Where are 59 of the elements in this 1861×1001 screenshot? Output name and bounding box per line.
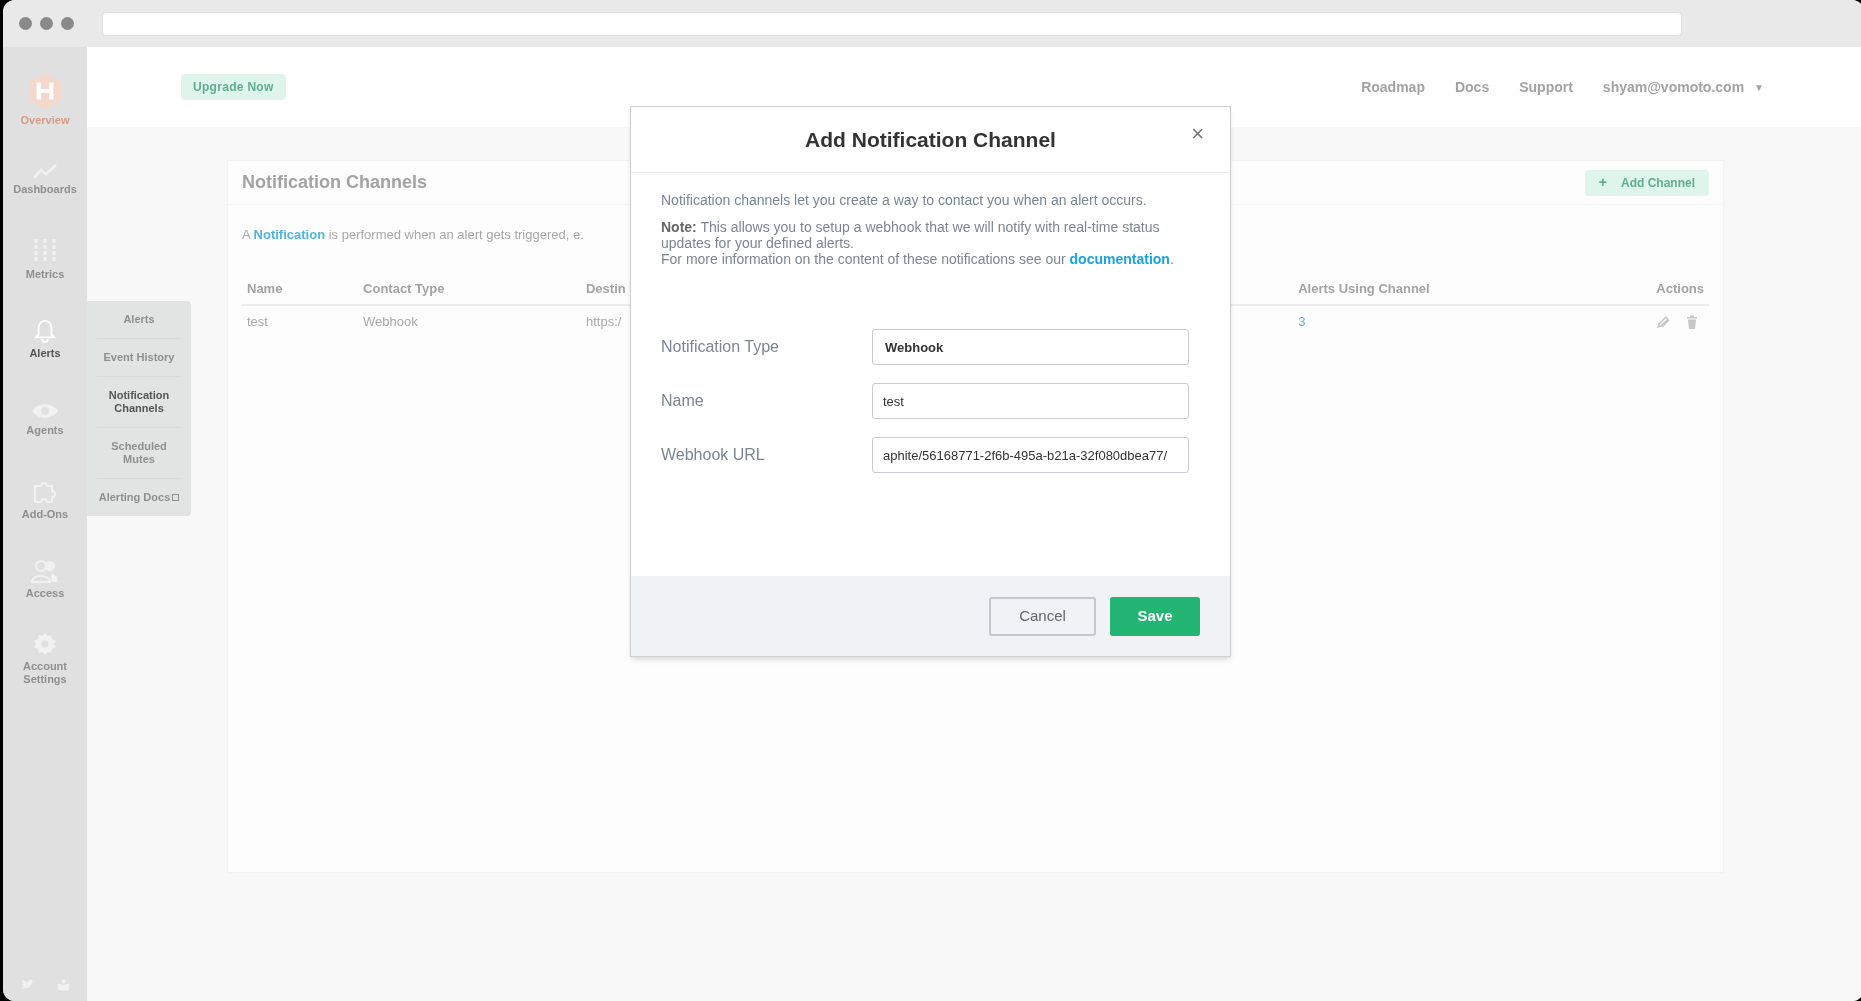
user-menu[interactable]: shyam@vomoto.com ▼ <box>1602 76 1764 98</box>
field-label: Notification Type <box>661 337 780 357</box>
nav-link[interactable]: Docs <box>1454 76 1490 98</box>
sidebar-label: Account Settings <box>22 660 68 686</box>
submenu-item[interactable]: Alerting Docs <box>97 478 181 516</box>
note-text: Note: This allows you to setup a webhook that we will notify with real-time status updates for your defined alerts. <box>661 219 1161 251</box>
add-channel-button[interactable]: + Add Channel <box>1584 169 1709 196</box>
documentation-link[interactable]: documentation <box>1069 251 1170 267</box>
sidebar-item[interactable]: Access <box>3 539 87 619</box>
column-header: Alerts Using Channel <box>1298 280 1430 296</box>
page-description: A Notification is performed when an alert gets triggered, e. <box>242 226 584 244</box>
sidebar-item[interactable]: Agents <box>3 379 87 459</box>
sidebar-label: Dashboards <box>12 182 78 196</box>
sidebar-label: Overview <box>19 113 71 127</box>
column-header: Destin <box>585 280 626 296</box>
trash-icon[interactable] <box>1686 314 1699 329</box>
sidebar-item[interactable]: Overview <box>3 59 87 139</box>
table-cell: test <box>247 314 268 329</box>
submenu-item[interactable]: Alerts <box>97 301 181 338</box>
cancel-button[interactable]: Cancel <box>989 596 1096 636</box>
table-cell: https:/ <box>585 314 622 329</box>
input-field[interactable]: test <box>872 383 1189 419</box>
column-header: Actions <box>1656 280 1704 296</box>
table-cell: Webhook <box>363 314 418 329</box>
plus-icon: + <box>1598 172 1607 193</box>
sidebar-item[interactable]: Add-Ons <box>3 459 87 539</box>
sidebar-item[interactable]: Account Settings <box>3 619 87 699</box>
sidebar-item[interactable]: Metrics <box>3 219 87 299</box>
column-header: Contact Type <box>363 280 445 296</box>
nav-link[interactable]: Roadmap <box>1361 76 1425 98</box>
input-field[interactable]: aphite/56168771-2f6b-495a-b21a-32f080dbea77/ <box>872 437 1189 473</box>
submenu-item[interactable]: Scheduled Mutes <box>97 427 181 478</box>
bell-icon <box>34 318 56 343</box>
column-header: Name <box>247 280 283 296</box>
sidebar-label: Access <box>24 586 66 600</box>
sidebar-label: Alerts <box>28 346 62 360</box>
intro-text: Notification channels let you create a way to contact you when an alert occurs. <box>661 191 1148 209</box>
caret-icon: ▼ <box>1754 79 1764 95</box>
submenu-item[interactable]: Notification Channels <box>97 376 181 427</box>
sidebar-label: Agents <box>25 423 65 437</box>
save-button[interactable]: Save <box>1110 596 1200 636</box>
field-label: Name <box>661 391 705 411</box>
address-bar[interactable] <box>102 11 1682 36</box>
upgrade-button[interactable]: Upgrade Now <box>181 74 286 100</box>
close-button[interactable]: × <box>1191 117 1204 150</box>
sidebar-label: Metrics <box>24 267 66 281</box>
sidebar-label: Add-Ons <box>20 507 70 521</box>
submenu-item[interactable]: Event History <box>97 338 181 376</box>
field-label: Webhook URL <box>661 445 766 465</box>
page-title: Notification Channels <box>242 171 427 194</box>
info-text: For more information on the content of these notifications see our documentation. <box>661 251 1175 267</box>
sidebar-item[interactable]: Alerts <box>3 299 87 379</box>
logo-icon <box>28 71 62 110</box>
type-select[interactable]: Webhook <box>872 329 1189 365</box>
nav-link[interactable]: Support <box>1519 76 1573 98</box>
dialog-title: Add Notification Channel <box>805 126 1056 153</box>
pencil-icon[interactable] <box>1656 314 1671 329</box>
sidebar-item[interactable]: Dashboards <box>3 139 87 219</box>
table-cell: 3 <box>1298 314 1306 329</box>
